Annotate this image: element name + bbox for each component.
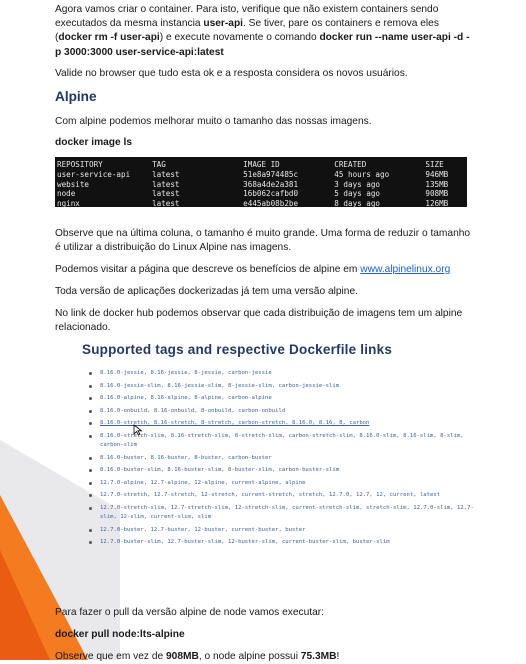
size-compare-paragraph: Observe que em vez de 908MB, o node alpi… bbox=[55, 651, 340, 662]
size-note-paragraph: Observe que na última coluna, o tamanho … bbox=[55, 228, 471, 254]
pull-intro-paragraph: Para fazer o pull da versão alpine de no… bbox=[55, 607, 324, 618]
tag-list-item[interactable]: 8.16.0-stretch, 8.16-stretch, 8-stretch,… bbox=[89, 419, 475, 428]
tag-list-item[interactable]: 8.16.0-buster-slim, 8.16-buster-slim, 8-… bbox=[89, 466, 475, 475]
terminal-header-row: REPOSITORY TAG IMAGE ID CREATED SIZE bbox=[57, 160, 444, 169]
tag-list-item[interactable]: 12.7.0-buster, 12.7-buster, 12-buster, c… bbox=[89, 526, 475, 535]
validate-paragraph: Valide no browser que tudo esta ok e a r… bbox=[55, 68, 408, 79]
alpinelinux-link[interactable]: www.alpinelinux.org bbox=[360, 264, 450, 275]
tags-heading: Supported tags and respective Dockerfile… bbox=[82, 342, 393, 357]
image-ls-command: docker image ls bbox=[55, 137, 133, 148]
tag-list-item[interactable]: 12.7.0-buster-slim, 12.7-buster-slim, 12… bbox=[89, 538, 475, 547]
alpine-heading: Alpine bbox=[55, 89, 97, 104]
terminal-row: user-service-api latest 51e8a974485c 45 … bbox=[57, 169, 449, 179]
tag-list-item[interactable]: 8.16.0-onbuild, 8.16-onbuild, 8-onbuild,… bbox=[89, 407, 475, 416]
visit-paragraph: Podemos visitar a página que descreve os… bbox=[55, 264, 451, 275]
terminal-row: nginx latest e445ab08b2be 8 days ago 126… bbox=[57, 199, 449, 209]
tag-list-item[interactable]: 12.7.0-alpine, 12.7-alpine, 12-alpine, c… bbox=[89, 479, 475, 488]
terminal-output: REPOSITORY TAG IMAGE ID CREATED SIZE use… bbox=[55, 157, 467, 209]
pull-command: docker pull node:lts-alpine bbox=[55, 629, 185, 640]
tag-list-item[interactable]: 8.16.0-buster, 8.16-buster, 8-buster, ca… bbox=[89, 454, 475, 463]
tag-list-item[interactable]: 8.16.0-jessie-slim, 8.16-jessie-slim, 8-… bbox=[89, 382, 475, 391]
tags-list: 8.16.0-jessie, 8.16-jessie, 8-jessie, ca… bbox=[77, 369, 475, 547]
terminal-row: website latest 368a4de2a381 3 days ago 1… bbox=[57, 179, 449, 189]
terminal-row: node latest 16b062cafbd0 5 days ago 908M… bbox=[57, 189, 449, 199]
mouse-cursor-icon bbox=[133, 424, 143, 436]
docker-hub-paragraph: No link de docker hub podemos observar q… bbox=[55, 308, 463, 334]
tag-list-item[interactable]: 8.16.0-stretch-slim, 8.16-stretch-slim, … bbox=[89, 432, 475, 450]
tag-list-item[interactable]: 8.16.0-alpine, 8.16-alpine, 8-alpine, ca… bbox=[89, 394, 475, 403]
alpine-versions-paragraph: Toda versão de aplicações dockerizadas j… bbox=[55, 286, 358, 297]
alpine-intro-paragraph: Com alpine podemos melhorar muito o tama… bbox=[55, 116, 372, 127]
create-container-paragraph: Agora vamos criar o container. Para isto… bbox=[55, 4, 470, 58]
docker-hub-tags-screenshot: Supported tags and respective Dockerfile… bbox=[77, 342, 475, 551]
tag-list-item[interactable]: 12.7.0-stretch-slim, 12.7-stretch-slim, … bbox=[89, 504, 475, 522]
tag-list-item[interactable]: 12.7.0-stretch, 12.7-stretch, 12-stretch… bbox=[89, 491, 475, 500]
tag-list-item[interactable]: 8.16.0-jessie, 8.16-jessie, 8-jessie, ca… bbox=[89, 369, 475, 378]
